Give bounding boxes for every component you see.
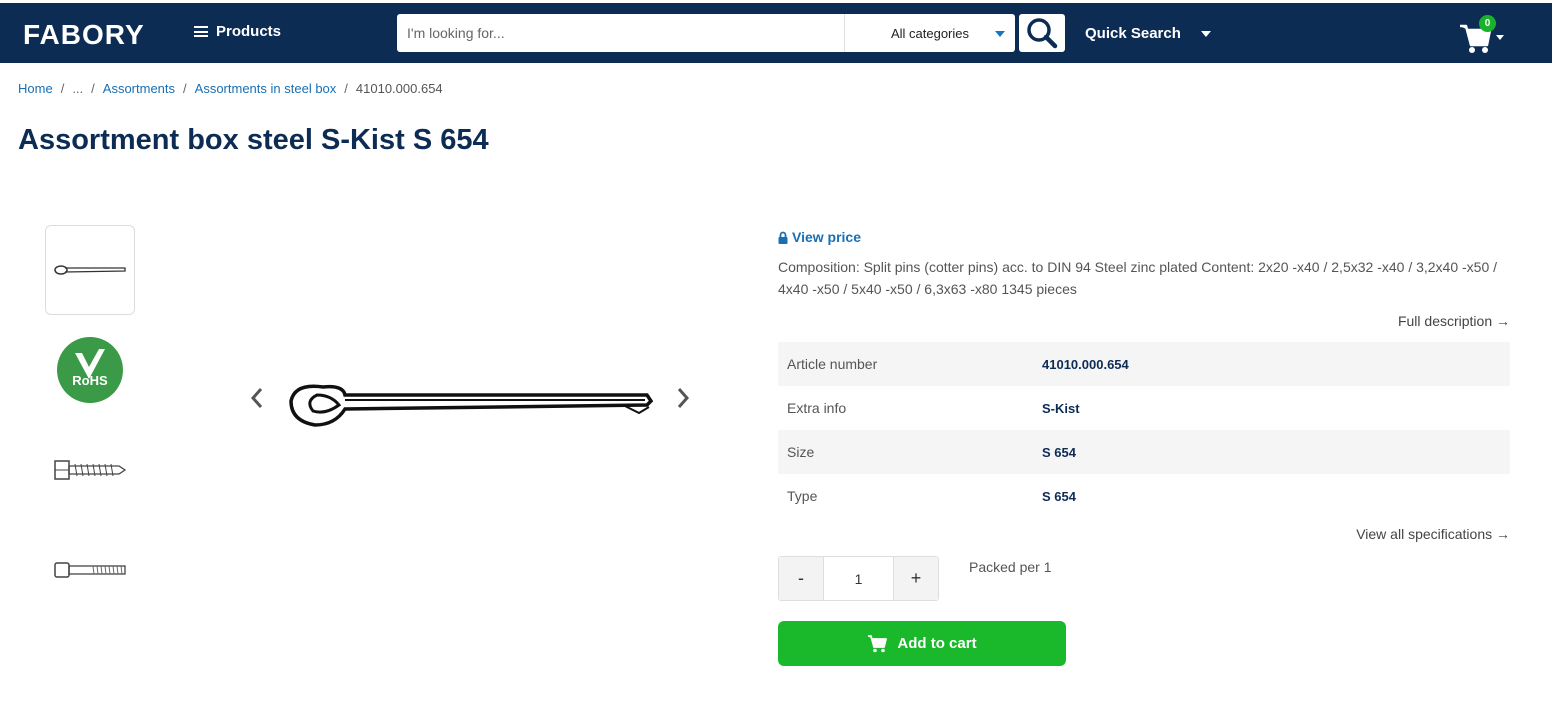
breadcrumb-separator: / (60, 81, 65, 96)
hamburger-icon (194, 26, 208, 37)
page-title: Assortment box steel S-Kist S 654 (18, 124, 489, 156)
spec-value: 41010.000.654 (1042, 356, 1129, 372)
search-input[interactable] (397, 14, 845, 52)
quantity-decrease-button[interactable]: - (779, 557, 823, 600)
spec-value: S 654 (1042, 444, 1076, 460)
category-select[interactable]: All categories (845, 14, 1015, 52)
breadcrumb-separator: / (91, 81, 95, 96)
quantity-stepper: - + (778, 556, 939, 601)
quantity-increase-button[interactable]: + (894, 557, 938, 600)
gallery-prev-button[interactable] (247, 385, 267, 411)
search-icon (1027, 18, 1058, 49)
fabory-logo[interactable]: FABORY (23, 19, 145, 51)
spec-value: S-Kist (1042, 400, 1080, 416)
spec-label: Size (787, 444, 815, 460)
thumbnail-hex-lag-screw[interactable] (45, 425, 135, 515)
quantity-input[interactable] (823, 557, 894, 600)
rohs-logo-text: RoHS (72, 373, 108, 388)
view-price-label: View price (792, 229, 862, 245)
breadcrumb-separator: / (344, 81, 348, 96)
full-description-link[interactable]: Full description → (1398, 313, 1510, 329)
products-label: Products (216, 23, 282, 40)
quick-search-button[interactable]: Quick Search (1085, 25, 1181, 42)
breadcrumb-assortments-steel-box[interactable]: Assortments in steel box (195, 81, 337, 96)
lock-icon (778, 231, 788, 244)
view-price-link[interactable]: View price (778, 229, 861, 245)
spec-label: Extra info (787, 400, 847, 416)
add-to-cart-button[interactable]: Add to cart (778, 621, 1066, 666)
cart-icon (868, 635, 888, 653)
breadcrumb-home[interactable]: Home (18, 81, 53, 96)
search-button[interactable] (1019, 14, 1065, 52)
packed-per-label: Packed per 1 (969, 559, 1052, 575)
breadcrumb: Home / ... / Assortments / Assortments i… (18, 81, 443, 96)
split-pin-icon (289, 384, 654, 427)
top-navigation-bar: FABORY Products All categories Quick Sea… (0, 3, 1552, 63)
specifications-table: Article number 41010.000.654 Extra info … (778, 342, 1510, 518)
gallery-next-button[interactable] (673, 385, 693, 411)
spec-row: Type S 654 (778, 474, 1510, 518)
breadcrumb-separator: / (183, 81, 187, 96)
chevron-down-icon (995, 31, 1005, 37)
socket-cap-screw-icon (54, 562, 126, 578)
spec-label: Article number (787, 356, 878, 372)
quick-search-chevron-icon[interactable] (1201, 31, 1211, 37)
thumbnail-split-pin[interactable] (45, 225, 135, 315)
rohs-logo-icon (57, 337, 123, 403)
spec-row: Article number 41010.000.654 (778, 342, 1510, 386)
chevron-left-icon (250, 388, 263, 408)
category-select-value: All categories (890, 25, 970, 41)
split-pin-icon (54, 265, 126, 275)
breadcrumb-ellipsis[interactable]: ... (72, 81, 83, 96)
cart-count-badge: 0 (1479, 15, 1496, 32)
hex-lag-screw-icon (54, 460, 127, 480)
product-composition: Composition: Split pins (cotter pins) ac… (778, 259, 1498, 297)
spec-value: S 654 (1042, 488, 1076, 504)
spec-row: Extra info S-Kist (778, 386, 1510, 430)
add-to-cart-label: Add to cart (897, 635, 977, 652)
spec-label: Type (787, 488, 818, 504)
breadcrumb-assortments[interactable]: Assortments (103, 81, 175, 96)
header-cart-button[interactable]: 0 (1458, 15, 1508, 55)
chevron-right-icon (677, 388, 690, 408)
main-product-image (283, 365, 657, 433)
products-menu-button[interactable]: Products (194, 23, 281, 40)
breadcrumb-current: 41010.000.654 (355, 81, 443, 96)
thumbnail-socket-cap-screw[interactable] (45, 525, 135, 615)
cart-chevron-down-icon (1496, 35, 1504, 40)
view-all-specifications-link[interactable]: View all specifications → (1356, 526, 1510, 542)
search-bar: All categories (397, 14, 1015, 52)
thumbnail-rohs[interactable]: RoHS (45, 325, 135, 415)
spec-row: Size S 654 (778, 430, 1510, 474)
